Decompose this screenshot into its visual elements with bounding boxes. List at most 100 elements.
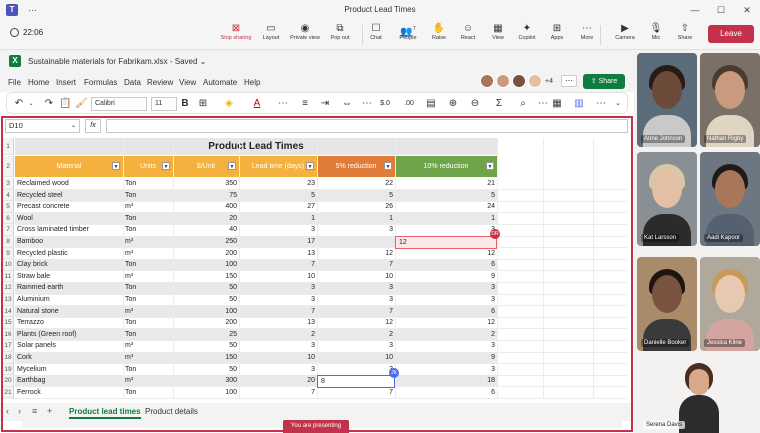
private-view-button[interactable]: ◉ Private view [286, 23, 324, 41]
borders-icon[interactable]: ⊞ [197, 97, 209, 111]
table-cell[interactable]: 13 [239, 248, 317, 260]
row-number[interactable]: 16 [3, 328, 14, 341]
row-number[interactable]: 14 [3, 305, 14, 318]
menu-insert[interactable]: Insert [56, 78, 76, 87]
chevron-left-icon[interactable]: ‹ [6, 406, 9, 416]
table-cell[interactable]: Aluminium [15, 294, 123, 306]
menu-automate[interactable]: Automate [203, 78, 237, 87]
table-cell[interactable]: 5 [317, 190, 395, 202]
collaborator-edit-cell[interactable]: 12 [395, 236, 497, 249]
table-cell[interactable]: 25 [173, 329, 239, 341]
column-header[interactable]: Material ▼ [15, 156, 123, 177]
add-sheet-icon[interactable]: + [47, 406, 52, 416]
row-number[interactable]: 11 [3, 270, 14, 283]
close-icon[interactable]: ✕ [734, 0, 760, 20]
filter-dropdown-icon[interactable]: ▼ [228, 162, 236, 170]
more-font-options-icon[interactable]: ⋯ [277, 97, 289, 111]
row-number[interactable]: 15 [3, 317, 14, 329]
table-cell[interactable]: Ton [123, 190, 173, 202]
chevron-right-icon[interactable]: › [18, 406, 21, 416]
table-cell[interactable]: 10 [317, 271, 395, 283]
table-cell[interactable]: 40 [173, 224, 239, 236]
chevron-down-icon[interactable]: ⌄ [27, 97, 35, 111]
table-cell[interactable]: 3 [317, 294, 395, 306]
table-icon[interactable]: ▦ [551, 97, 563, 111]
table-cell[interactable]: 3 [239, 364, 317, 376]
table-cell[interactable]: 5 [239, 190, 317, 202]
table-cell[interactable]: 100 [173, 387, 239, 399]
table-cell[interactable]: Ton [123, 294, 173, 306]
row-number[interactable]: 5 [3, 201, 14, 213]
table-cell[interactable]: 12 [395, 317, 497, 329]
row-number[interactable]: 1 [3, 138, 14, 155]
tab-product-lead-times[interactable]: Product lead times [69, 407, 141, 419]
table-cell[interactable]: 7 [239, 387, 317, 399]
table-cell[interactable]: Terrazzo [15, 317, 123, 329]
table-cell[interactable]: Clay brick [15, 259, 123, 271]
participant-tile[interactable]: Anne Johnson [637, 53, 697, 147]
table-cell[interactable]: 3 [239, 224, 317, 236]
chevron-down-icon[interactable]: ⌄ [613, 97, 623, 111]
table-cell[interactable]: 50 [173, 364, 239, 376]
decrease-decimal-icon[interactable]: .00 [401, 97, 417, 111]
table-cell[interactable]: 3 [395, 364, 497, 376]
font-color-icon[interactable]: A [251, 97, 263, 111]
menu-formulas[interactable]: Formulas [84, 78, 117, 87]
row-number[interactable]: 21 [3, 386, 14, 399]
insert-icon[interactable]: ⊕ [447, 97, 459, 111]
table-cell[interactable]: 3 [395, 282, 497, 294]
row-number[interactable]: 20 [3, 375, 14, 387]
tab-product-details[interactable]: Product details [145, 407, 198, 416]
row-number[interactable]: 9 [3, 247, 14, 260]
collaborator-edit-cell[interactable]: 8 [317, 375, 395, 388]
bold-icon[interactable]: B [179, 97, 191, 111]
wrap-text-icon[interactable]: ⇥ [319, 97, 331, 111]
find-icon[interactable]: ⌕ [517, 97, 529, 111]
share-button[interactable]: ⇧ Share [666, 23, 704, 41]
row-number[interactable]: 18 [3, 352, 14, 364]
avatar[interactable] [528, 74, 542, 88]
table-cell[interactable]: Plants (Green roof) [15, 329, 123, 341]
layout-button[interactable]: ▭ Layout [252, 23, 290, 41]
table-cell[interactable]: 17 [239, 236, 317, 248]
collaborator-avatars[interactable] [480, 74, 542, 88]
table-cell[interactable]: m³ [123, 236, 173, 248]
table-cell[interactable]: Ton [123, 329, 173, 341]
table-cell[interactable]: Cork [15, 352, 123, 364]
table-cell[interactable]: 6 [395, 387, 497, 399]
table-cell[interactable]: Bamboo [15, 236, 123, 248]
filter-dropdown-icon[interactable]: ▼ [306, 162, 314, 170]
table-cell[interactable]: 300 [173, 375, 239, 387]
table-cell[interactable]: 3 [239, 282, 317, 294]
table-cell[interactable]: m³ [123, 271, 173, 283]
table-cell[interactable]: 1 [395, 213, 497, 225]
table-cell[interactable]: 2 [317, 329, 395, 341]
table-cell[interactable]: Reclaimed wood [15, 178, 123, 190]
participant-tile[interactable]: Jessica Kline [700, 257, 760, 351]
column-header[interactable]: 10% reduction ▼ [395, 156, 497, 177]
table-cell[interactable]: 3 [239, 340, 317, 352]
table-cell[interactable]: Wool [15, 213, 123, 225]
pop-out-button[interactable]: ⧉ Pop out [321, 23, 359, 41]
table-cell[interactable]: 75 [173, 190, 239, 202]
table-cell[interactable]: 200 [173, 248, 239, 260]
table-cell[interactable]: m³ [123, 201, 173, 213]
table-cell[interactable]: 100 [173, 306, 239, 318]
table-cell[interactable]: 10 [239, 352, 317, 364]
table-cell[interactable]: 10 [317, 352, 395, 364]
menu-file[interactable]: File [8, 78, 21, 87]
table-cell[interactable]: 7 [317, 259, 395, 271]
merge-icon[interactable]: ⇔ [341, 97, 353, 111]
table-cell[interactable]: 3 [395, 340, 497, 352]
avatar[interactable] [512, 74, 526, 88]
participant-tile[interactable]: Aadi Kapoor [700, 152, 760, 246]
table-cell[interactable]: 7 [239, 259, 317, 271]
redo-icon[interactable]: ↷ [43, 97, 55, 111]
table-cell[interactable]: 13 [239, 317, 317, 329]
table-cell[interactable]: Cross laminated timber [15, 224, 123, 236]
undo-icon[interactable]: ↶ [12, 97, 26, 111]
menu-data[interactable]: Data [124, 78, 141, 87]
row-number[interactable]: 19 [3, 363, 14, 376]
delete-icon[interactable]: ⊖ [469, 97, 481, 111]
all-sheets-icon[interactable]: ≡ [32, 406, 37, 416]
